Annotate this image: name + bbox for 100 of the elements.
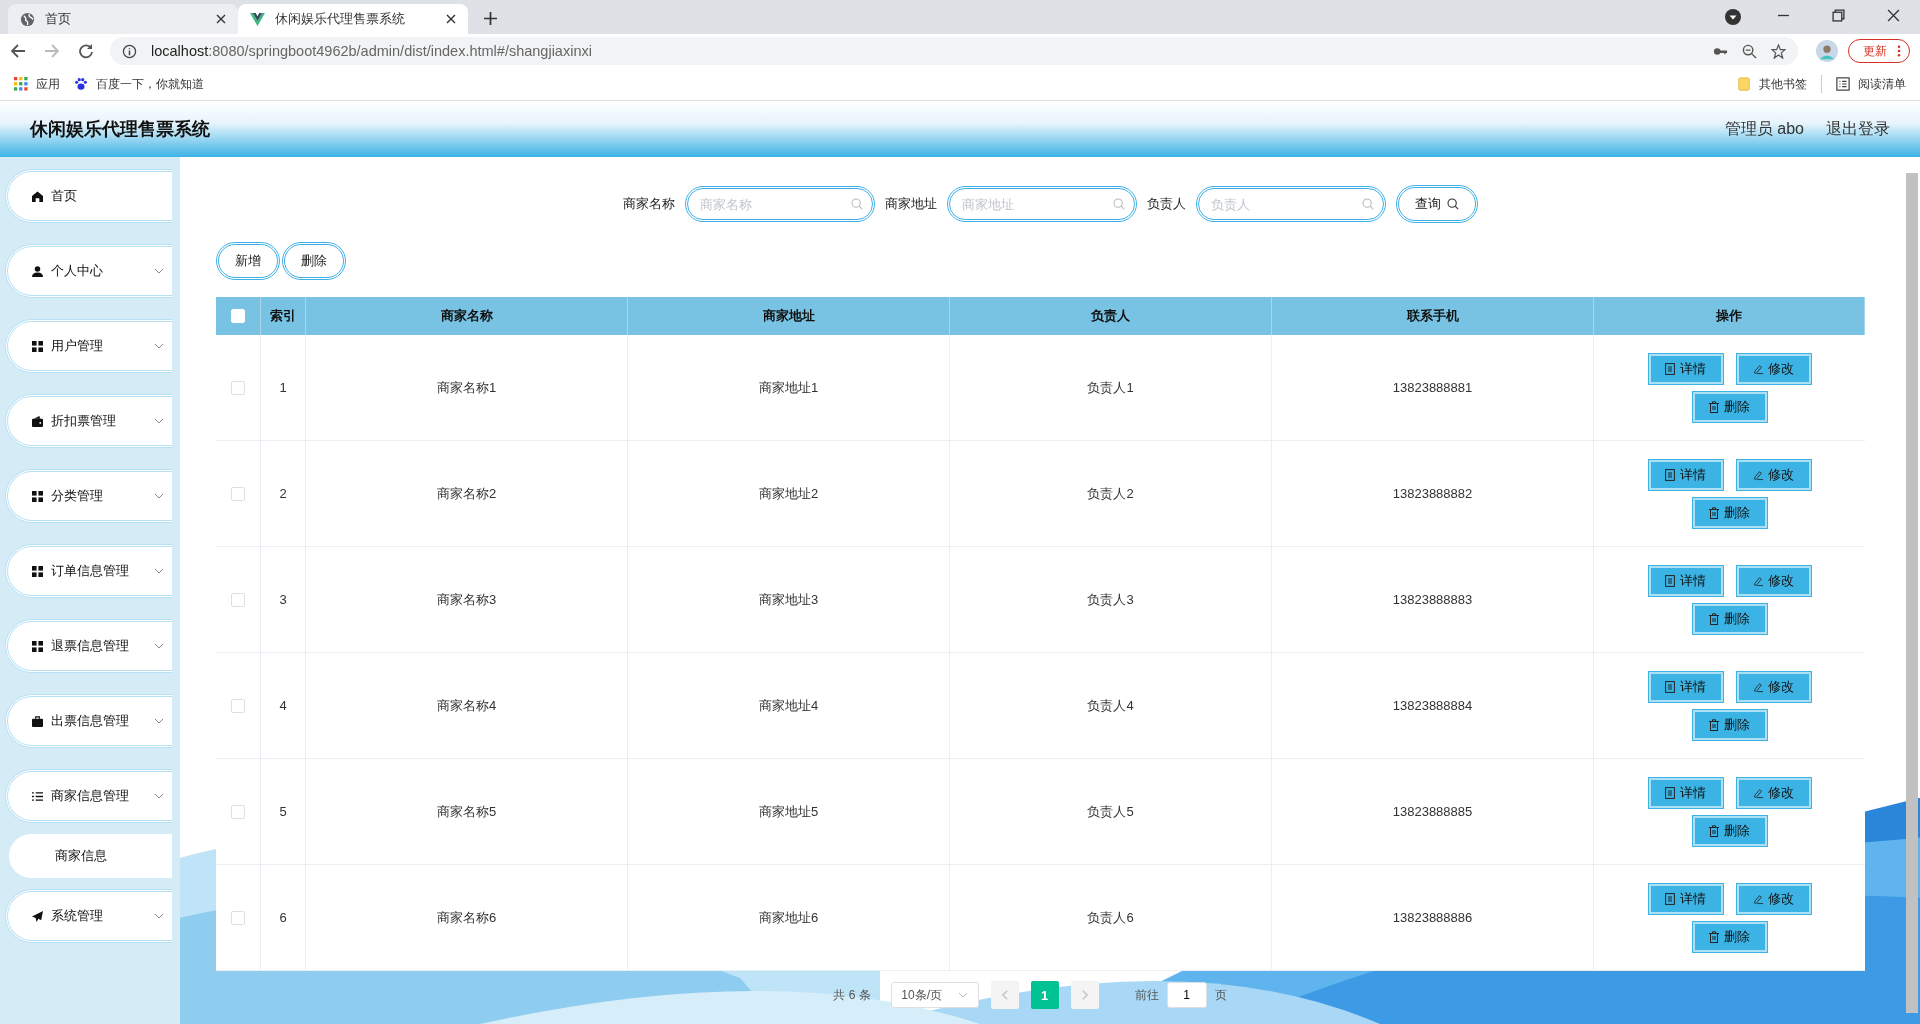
pencil-icon <box>1753 574 1763 587</box>
menu-item[interactable]: 出票信息管理 <box>5 694 172 748</box>
action-button[interactable]: 详情 <box>1648 671 1723 702</box>
folder-icon <box>1737 77 1751 91</box>
row-checkbox[interactable] <box>231 486 245 501</box>
action-button[interactable]: 修改 <box>1736 565 1811 596</box>
table-cell: 13823888883 <box>1392 592 1473 607</box>
table-cell: 负责人5 <box>1087 802 1134 821</box>
menu-item[interactable]: 分类管理 <box>5 469 172 523</box>
avatar-icon[interactable] <box>1816 40 1838 62</box>
column-header: 操作 <box>1716 307 1742 325</box>
browser-tab[interactable]: 休闲娱乐代理售票系统 <box>238 4 468 34</box>
pencil-icon <box>1753 892 1763 905</box>
table-cell: 负责人3 <box>1087 590 1134 609</box>
table-cell: 13823888884 <box>1392 698 1473 713</box>
restore-icon[interactable] <box>1832 9 1845 22</box>
action-button[interactable]: 修改 <box>1736 671 1811 702</box>
bookmark[interactable]: 其他书签 <box>1737 75 1807 93</box>
row-checkbox[interactable] <box>231 910 245 925</box>
trash-icon <box>1709 718 1719 731</box>
table-cell: 商家地址4 <box>758 696 819 715</box>
action-button[interactable]: 详情 <box>1648 353 1723 384</box>
search-field[interactable]: 负责人 <box>1195 186 1386 222</box>
action-button[interactable]: 删除 <box>1692 391 1767 422</box>
trash-icon <box>1709 506 1719 519</box>
submenu-item[interactable]: 商家信息 <box>9 834 172 878</box>
action-button[interactable]: 修改 <box>1736 459 1811 490</box>
close-icon[interactable] <box>1887 9 1900 22</box>
new-tab-icon[interactable] <box>484 12 497 25</box>
table-cell: 商家名称3 <box>436 590 497 609</box>
column-header: 索引 <box>270 307 296 325</box>
action-button[interactable]: 详情 <box>1648 883 1723 914</box>
search-button[interactable]: 查询 <box>1395 185 1478 223</box>
bookmark[interactable]: 应用 <box>14 75 60 93</box>
home-icon <box>32 190 43 202</box>
table-cell: 13823888886 <box>1392 910 1473 925</box>
row-checkbox[interactable] <box>231 380 245 395</box>
table-cell: 商家名称5 <box>436 802 497 821</box>
back-icon[interactable] <box>10 43 26 59</box>
menu-item[interactable]: 用户管理 <box>5 319 172 373</box>
paper-plane-icon <box>32 910 43 922</box>
page-unit: 页 <box>1214 986 1227 1004</box>
menu-item[interactable]: 首页 <box>5 169 172 223</box>
page-size-select[interactable]: 10条/页 <box>890 982 979 1008</box>
table-cell: 6 <box>279 910 287 925</box>
menu-item[interactable]: 商家信息管理 <box>5 769 172 823</box>
table-cell: 商家地址3 <box>758 590 819 609</box>
row-checkbox[interactable] <box>231 592 245 607</box>
table-cell: 5 <box>279 804 287 819</box>
menu-item[interactable]: 订单信息管理 <box>5 544 172 598</box>
table-cell: 商家名称2 <box>436 484 497 503</box>
info-icon <box>122 43 137 59</box>
chevron-icon <box>154 568 164 574</box>
logout-link[interactable]: 退出登录 <box>1826 118 1890 140</box>
table-cell: 1 <box>279 380 287 395</box>
action-button[interactable]: 删除 <box>1692 815 1767 846</box>
search-field[interactable]: 商家地址 <box>946 186 1137 222</box>
table-cell: 商家名称4 <box>436 696 497 715</box>
list-icon <box>32 790 43 802</box>
field-label: 负责人 <box>1146 195 1186 213</box>
document-icon <box>1665 892 1675 905</box>
menu-item[interactable]: 系统管理 <box>5 889 172 943</box>
trash-icon <box>1709 612 1719 625</box>
zoom-out-icon[interactable] <box>1742 43 1757 59</box>
action-button[interactable]: 修改 <box>1736 777 1811 808</box>
scrollbar[interactable] <box>1906 173 1918 1013</box>
document-icon <box>1665 362 1675 375</box>
select-all-checkbox[interactable] <box>231 309 245 323</box>
page-input[interactable]: 1 <box>1166 982 1207 1008</box>
search-icon <box>850 198 863 210</box>
row-checkbox[interactable] <box>231 698 245 713</box>
action-button[interactable]: 详情 <box>1648 459 1723 490</box>
action-button[interactable]: 删除 <box>1692 497 1767 528</box>
action-button[interactable]: 删除 <box>1692 603 1767 634</box>
chevron-icon <box>154 643 164 649</box>
bookmark[interactable]: 百度一下，你就知道 <box>74 75 204 93</box>
table-cell: 13823888881 <box>1392 380 1473 395</box>
action-button[interactable]: 详情 <box>1648 565 1723 596</box>
address-field[interactable]: localhost:8080/springboot4962b/admin/dist/index.html#/shangjiaxinxi <box>110 37 1798 65</box>
trash-icon <box>1709 400 1719 413</box>
chevron-icon <box>154 718 164 724</box>
action-button[interactable]: 删除 <box>1692 709 1767 740</box>
action-button[interactable]: 详情 <box>1648 777 1723 808</box>
close-icon[interactable] <box>446 14 456 24</box>
dropdown-icon[interactable] <box>1725 9 1741 25</box>
update-button[interactable]: 更新 <box>1848 39 1910 63</box>
search-icon <box>1361 198 1374 210</box>
row-checkbox[interactable] <box>231 804 245 819</box>
reload-icon[interactable] <box>78 43 94 59</box>
column-header: 负责人 <box>1091 307 1130 325</box>
browser-tab[interactable]: 首页 <box>8 4 238 34</box>
globe-icon <box>20 11 35 27</box>
action-button[interactable]: 修改 <box>1736 883 1811 914</box>
search-field[interactable]: 商家名称 <box>684 186 875 222</box>
action-button[interactable]: 删除 <box>1692 921 1767 952</box>
table-cell: 负责人2 <box>1087 484 1134 503</box>
bookmark[interactable]: 阅读清单 <box>1836 75 1906 93</box>
close-icon[interactable] <box>216 14 226 24</box>
star-icon[interactable] <box>1771 43 1786 59</box>
action-button[interactable]: 修改 <box>1736 353 1811 384</box>
